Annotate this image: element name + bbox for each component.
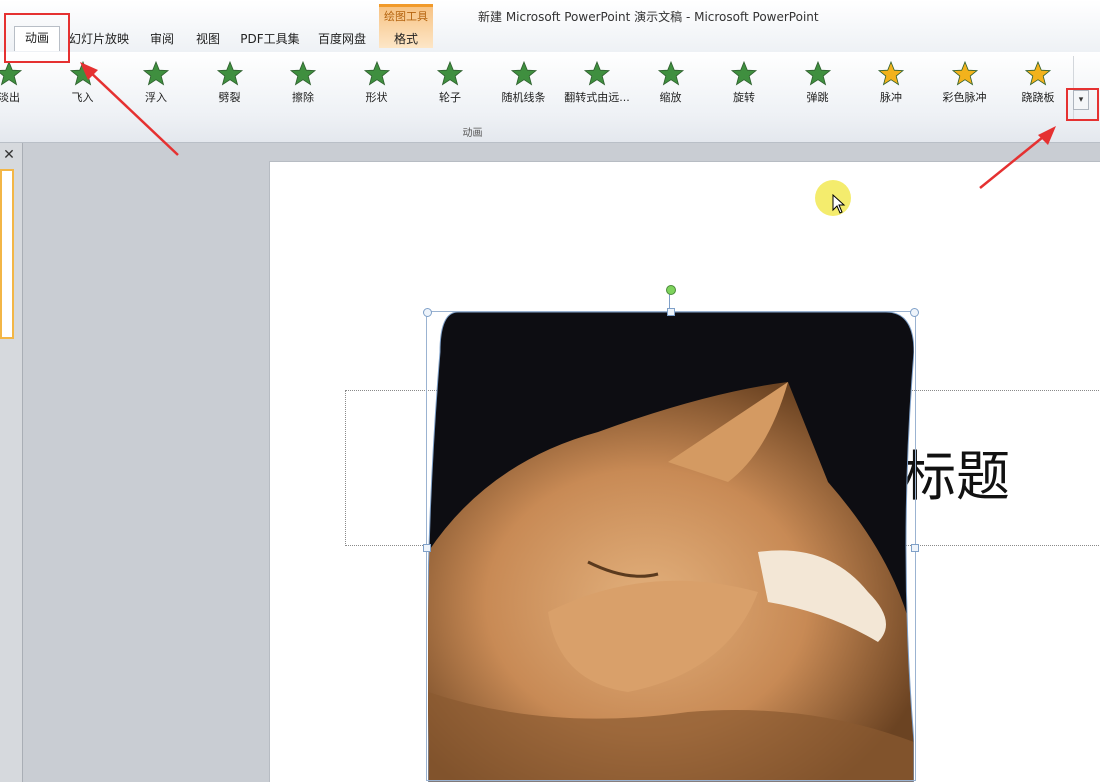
slide-canvas[interactable]: 标题 — [270, 162, 1100, 782]
resize-handle-top[interactable] — [667, 308, 675, 316]
resize-handle-top-right[interactable] — [910, 308, 919, 317]
slides-panel: ✕ — [0, 143, 23, 782]
annotation-arrows — [80, 62, 1056, 189]
cat-picture[interactable] — [428, 312, 914, 782]
resize-handle-left[interactable] — [423, 544, 431, 552]
resize-handle-top-left[interactable] — [423, 308, 432, 317]
rotation-handle[interactable] — [666, 285, 676, 295]
slide-title-text: 标题 — [902, 445, 1010, 508]
resize-handle-right[interactable] — [911, 544, 919, 552]
